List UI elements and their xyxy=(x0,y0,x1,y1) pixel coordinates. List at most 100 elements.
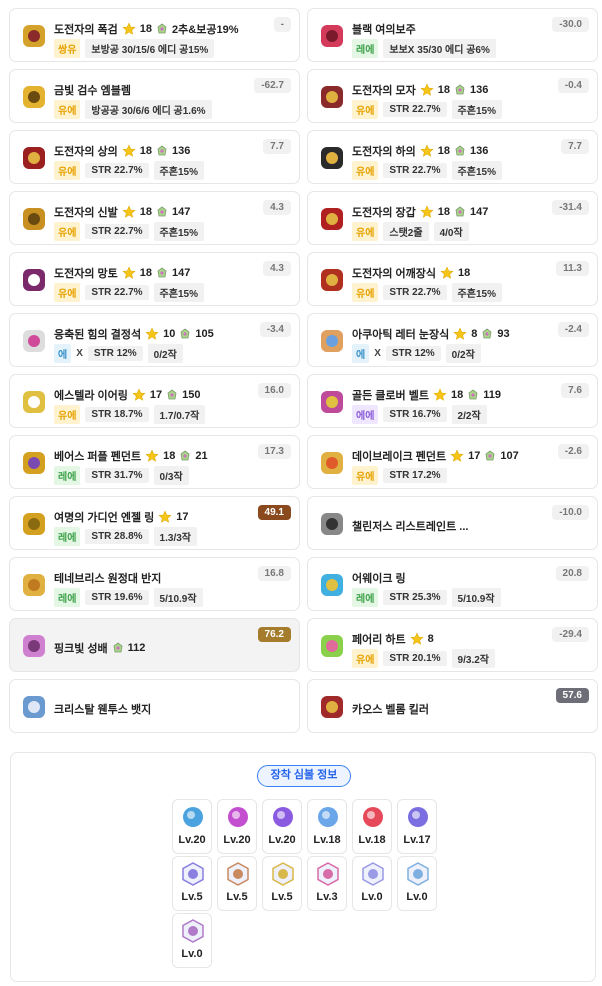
equipment-card[interactable]: 챌린저스 리스트레인트 ... -10.0 xyxy=(307,496,598,550)
symbol-slot[interactable]: Lv.20 xyxy=(262,799,302,854)
equipment-card[interactable]: 페어리 하트 8 유에 STR 20.1% 9/3.2작 -29.4 xyxy=(307,618,598,672)
symbol-title[interactable]: 장착 심볼 정보 xyxy=(257,765,351,787)
equipment-card[interactable]: 도전자의 폭검 18 2추&보공19% 쌍유 보방공 30/15/6 에디 공15% - xyxy=(9,8,300,62)
equipment-card[interactable]: 에스텔라 이어링 17 150 유에 STR 18.7% 1.7/0.7작 16.0 xyxy=(9,374,300,428)
symbol-level: Lv.18 xyxy=(313,834,341,846)
score-badge: -29.4 xyxy=(552,627,589,642)
item-header: 크리스탈 웬투스 뱃지 xyxy=(54,701,151,717)
starforce-count: 8 xyxy=(471,328,478,340)
score-badge: -10.0 xyxy=(552,505,589,520)
potential-grade-tag: 에 xyxy=(352,344,370,363)
symbol-slot[interactable]: Lv.20 xyxy=(172,799,212,854)
potential-grade-tag: 유에 xyxy=(54,283,81,302)
potential-gem-icon xyxy=(157,145,167,156)
starforce-count: 18 xyxy=(139,206,153,218)
additional-stat: 107 xyxy=(500,450,519,462)
stat-chip: 0/2작 xyxy=(147,344,183,363)
equipment-card[interactable]: 블랙 여의보주 레에 보보X 35/30 에디 공6% -30.0 xyxy=(307,8,598,62)
equipment-card[interactable]: 도전자의 모자 18 136 유에 STR 22.7% 주흔15% -0.4 xyxy=(307,69,598,123)
symbol-slot[interactable]: Lv.0 xyxy=(172,913,212,968)
equipment-card[interactable]: 골든 클로버 벨트 18 119 에에 STR 16.7% 2/2작 7.6 xyxy=(307,374,598,428)
symbol-slot[interactable]: Lv.5 xyxy=(172,856,212,911)
starforce-count: 18 xyxy=(163,450,176,462)
item-header: 도전자의 폭검 18 2추&보공19% xyxy=(54,21,238,37)
potential-grade-tag: 에에 xyxy=(352,405,379,424)
symbol-slot[interactable]: Lv.20 xyxy=(217,799,257,854)
symbol-icon xyxy=(228,807,248,827)
item-potential-row: 유에 STR 22.7% 주흔15% xyxy=(352,100,502,119)
item-header: 페어리 하트 8 xyxy=(352,631,434,647)
additional-stat: 105 xyxy=(195,328,214,340)
item-header: 블랙 여의보주 xyxy=(352,21,416,37)
item-header: 응축된 힘의 결정석 10 105 xyxy=(54,326,214,342)
item-name: 여명의 가디언 엔젤 링 xyxy=(54,512,155,524)
symbol-level: Lv.18 xyxy=(358,834,386,846)
ring3-icon xyxy=(23,574,45,596)
symbol-slot[interactable]: Lv.5 xyxy=(262,856,302,911)
symbol-icon xyxy=(183,807,203,827)
potential-gem-icon xyxy=(455,84,465,95)
equipment-card[interactable]: 어웨이크 링 레에 STR 25.3% 5/10.9작 20.8 xyxy=(307,557,598,611)
equipment-card[interactable]: 도전자의 신발 18 147 유에 STR 22.7% 주흔15% 4.3 xyxy=(9,191,300,245)
symbol-slot[interactable]: Lv.18 xyxy=(352,799,392,854)
symbol-slot[interactable]: Lv.18 xyxy=(307,799,347,854)
additional-stat: 136 xyxy=(172,145,191,157)
equipment-card[interactable]: 금빛 검수 엠블렘 유에 방공공 30/6/6 에디 공1.6% -62.7 xyxy=(9,69,300,123)
score-badge: 17.3 xyxy=(257,444,291,459)
equipment-card[interactable]: 여명의 가디언 엔젤 링 17 레에 STR 28.8% 1.3/3작 49.1 xyxy=(9,496,300,550)
symbol-icon xyxy=(407,862,429,886)
additional-stat: 147 xyxy=(470,206,489,218)
equipment-card[interactable]: 도전자의 장갑 18 147 유에 스탯2줄 4/0작 -31.4 xyxy=(307,191,598,245)
chalice-icon xyxy=(23,635,45,657)
equipment-card[interactable]: 도전자의 상의 18 136 유에 STR 22.7% 주흔15% 7.7 xyxy=(9,130,300,184)
item-potential-row: 유에 STR 18.7% 1.7/0.7작 xyxy=(54,405,206,424)
potential-gem-icon xyxy=(482,328,492,339)
potential-grade-tag: 유에 xyxy=(54,405,81,424)
symbol-icon xyxy=(408,807,428,827)
equipment-card[interactable]: 응축된 힘의 결정석 10 105 에 X STR 12% 0/2작 -3.4 xyxy=(9,313,300,367)
symbol-icon xyxy=(227,862,249,886)
stat-chip: STR 25.3% xyxy=(383,590,447,605)
symbol-slot[interactable]: Lv.3 xyxy=(307,856,347,911)
glove-icon xyxy=(321,208,343,230)
item-potential-row: 유에 STR 22.7% 주흔15% xyxy=(54,222,204,241)
equipment-card[interactable]: 테네브리스 원정대 반지 레에 STR 19.6% 5/10.9작 16.8 xyxy=(9,557,300,611)
additional-stat: 93 xyxy=(497,328,510,340)
stat-chip: 1.3/3작 xyxy=(153,527,197,546)
stat-chip: 주흔15% xyxy=(451,161,502,180)
equipment-card[interactable]: 데이브레이크 펜던트 17 107 유에 STR 17.2% -2.6 xyxy=(307,435,598,489)
item-header: 도전자의 신발 18 147 xyxy=(54,204,190,220)
star-icon xyxy=(410,632,424,645)
symbol-level: Lv.0 xyxy=(361,891,383,903)
symbol-slot[interactable]: Lv.17 xyxy=(397,799,437,854)
equipment-card[interactable]: 도전자의 하의 18 136 유에 STR 22.7% 주흔15% 7.7 xyxy=(307,130,598,184)
potential-grade-tag: 유에 xyxy=(352,649,379,668)
potential-gem-icon xyxy=(455,206,465,217)
starforce-count: 18 xyxy=(437,84,451,96)
additional-stat: 21 xyxy=(195,450,208,462)
equipment-card[interactable]: 핑크빛 성배 112 76.2 xyxy=(9,618,300,672)
symbol-slot[interactable]: Lv.0 xyxy=(352,856,392,911)
potential-gem-icon xyxy=(157,267,167,278)
symbol-icon xyxy=(317,862,339,886)
equipment-card[interactable]: 도전자의 망토 18 147 유에 STR 22.7% 주흔15% 4.3 xyxy=(9,252,300,306)
equipment-card[interactable]: 크리스탈 웬투스 뱃지 xyxy=(9,679,300,733)
orb-icon xyxy=(321,25,343,47)
equipment-card[interactable]: 아쿠아틱 레터 눈장식 8 93 에 X STR 12% 0/2작 -2.4 xyxy=(307,313,598,367)
symbol-icon xyxy=(273,807,293,827)
item-name: 베어스 퍼플 펜던트 xyxy=(54,451,142,463)
symbol-slot[interactable]: Lv.5 xyxy=(217,856,257,911)
stat-chip: 보보X 35/30 에디 공6% xyxy=(383,39,496,58)
equipment-card[interactable]: 베어스 퍼플 펜던트 18 21 레에 STR 31.7% 0/3작 17.3 xyxy=(9,435,300,489)
symbol-slot[interactable]: Lv.0 xyxy=(397,856,437,911)
score-badge: 7.7 xyxy=(561,139,589,154)
item-potential-row: 유에 STR 22.7% 주흔15% xyxy=(352,161,502,180)
stat-chip: 주흔15% xyxy=(153,222,204,241)
item-header: 데이브레이크 펜던트 17 107 xyxy=(352,448,519,464)
stat-chip: 5/10.9작 xyxy=(451,588,501,607)
equipment-card[interactable]: 카오스 벨롬 킬러 57.6 xyxy=(307,679,598,733)
equipment-card[interactable]: 도전자의 어깨장식 18 유에 STR 22.7% 주흔15% 11.3 xyxy=(307,252,598,306)
sword-icon xyxy=(23,25,45,47)
star-icon xyxy=(122,22,136,35)
star-icon xyxy=(433,388,447,401)
